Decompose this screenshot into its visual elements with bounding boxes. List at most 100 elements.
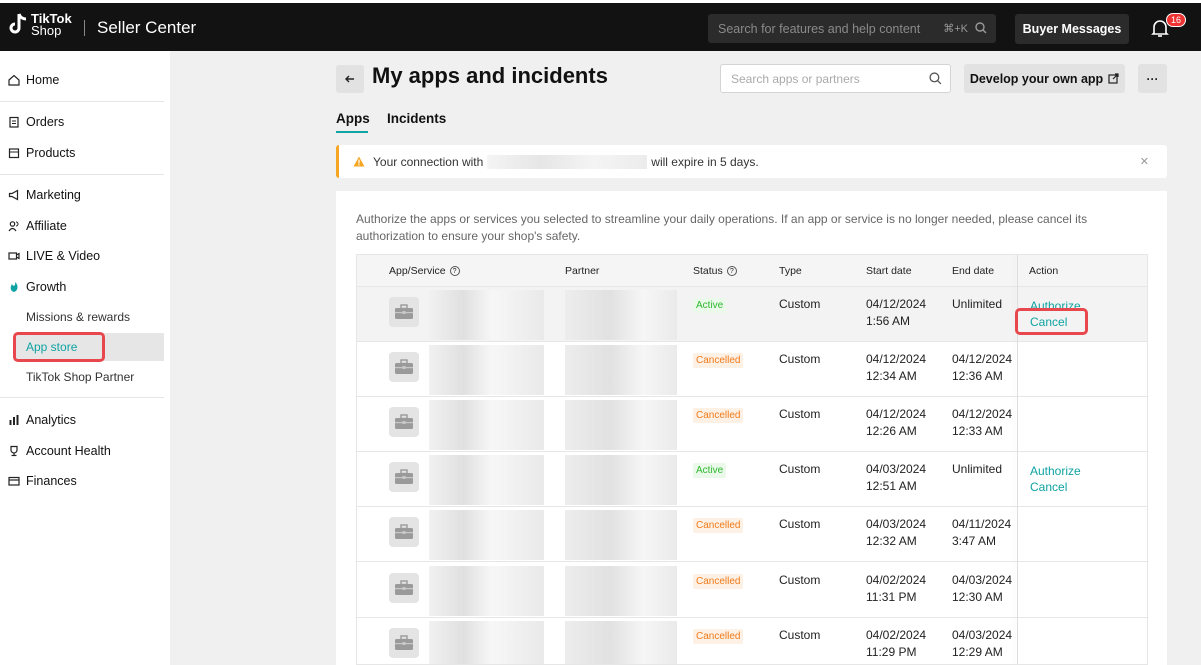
search-icon	[929, 72, 942, 85]
tab-incidents[interactable]: Incidents	[387, 111, 446, 126]
redacted-app-name	[429, 510, 544, 560]
end-date-cell: 04/12/2024 12:33 AM	[952, 407, 1013, 438]
start-date-cell: 04/03/2024 12:32 AM	[866, 517, 927, 548]
video-icon	[8, 252, 20, 260]
sidebar-item-account-health[interactable]: Account Health	[8, 441, 111, 461]
tiktok-shop-logo[interactable]: TikTok Shop	[8, 12, 72, 38]
header-label: Status	[693, 265, 723, 277]
arrow-left-icon	[345, 75, 354, 83]
megaphone-icon	[8, 189, 19, 201]
redacted-partner-name	[565, 290, 677, 340]
status-badge: Cancelled	[693, 518, 744, 533]
tiktok-logo-icon	[9, 13, 27, 34]
redacted-partner-name	[565, 621, 677, 664]
app-search-placeholder: Search apps or partners	[731, 71, 860, 86]
app-search-input[interactable]: Search apps or partners	[720, 64, 951, 93]
growth-icon	[10, 282, 18, 292]
help-icon[interactable]: ?	[726, 266, 737, 276]
product-title: Seller Center	[97, 18, 197, 37]
global-search-placeholder: Search for features and help content	[718, 21, 921, 36]
expiration-alert: Your connection with will expire in 5 da…	[336, 145, 1167, 178]
app-briefcase-icon	[389, 573, 419, 603]
redacted-partner-name	[565, 455, 677, 505]
header-app-service: App/Service ?	[389, 265, 460, 277]
redacted-app-name	[429, 345, 544, 395]
end-date-cell: Unlimited	[952, 462, 1003, 476]
start-date-cell: 04/03/2024 12:51 AM	[866, 462, 927, 493]
global-search-input[interactable]: Search for features and help content ⌘+K	[708, 14, 996, 43]
start-date-cell: 04/12/2024 12:26 AM	[866, 407, 927, 438]
clipboard-icon	[9, 116, 19, 128]
sidebar-subitem-missions-rewards[interactable]: Missions & rewards	[26, 310, 130, 324]
chart-icon	[9, 415, 19, 425]
header-partner: Partner	[565, 265, 600, 277]
sidebar-item-label: Orders	[26, 115, 65, 129]
search-icon	[975, 22, 987, 34]
app-briefcase-icon	[389, 462, 419, 492]
sidebar-item-marketing[interactable]: Marketing	[8, 185, 81, 205]
authorize-link[interactable]: Authorize	[1030, 463, 1081, 479]
table-row: Cancelled Custom 04/02/2024 11:31 PM 04/03/2…	[357, 563, 1147, 618]
app-briefcase-icon	[389, 517, 419, 547]
sidebar-item-affiliate[interactable]: Affiliate	[8, 216, 67, 236]
start-date-cell: 04/02/2024 11:31 PM	[866, 573, 927, 604]
end-date-cell: 04/03/2024 12:30 AM	[952, 573, 1013, 604]
close-icon[interactable]: ✕	[1140, 155, 1149, 168]
status-badge: Active	[693, 463, 727, 478]
sidebar-item-growth[interactable]: Growth	[8, 277, 66, 297]
start-date-cell: 04/12/2024 1:56 AM	[866, 297, 927, 328]
sidebar-item-analytics[interactable]: Analytics	[8, 410, 76, 430]
app-briefcase-icon	[389, 407, 419, 437]
sidebar-subitem-tiktok-shop-partner[interactable]: TikTok Shop Partner	[26, 370, 134, 384]
sidebar-item-label: LIVE & Video	[26, 249, 101, 263]
sidebar-item-live-video[interactable]: LIVE & Video	[8, 246, 100, 266]
alert-suffix: will expire in 5 days.	[651, 154, 759, 169]
sidebar-item-home[interactable]: Home	[8, 70, 59, 90]
redacted-app-name	[429, 290, 544, 340]
home-icon	[8, 74, 20, 86]
alert-prefix: Your connection with	[373, 154, 484, 169]
more-options-button[interactable]: ···	[1138, 64, 1167, 93]
redacted-app-name	[429, 455, 544, 505]
cancel-highlight	[1015, 308, 1088, 335]
type-cell: Custom	[779, 573, 821, 587]
redacted-app-name	[429, 400, 544, 450]
active-tab-indicator	[336, 131, 368, 133]
app-briefcase-icon	[389, 297, 419, 327]
search-shortcut: ⌘+K	[943, 23, 968, 35]
tab-apps[interactable]: Apps	[336, 111, 370, 126]
people-icon	[8, 221, 19, 232]
redacted-app-name	[429, 566, 544, 616]
type-cell: Custom	[779, 352, 821, 366]
develop-own-app-button[interactable]: Develop your own app	[964, 64, 1125, 93]
redacted-partner-name	[565, 510, 677, 560]
redacted-app-name	[429, 621, 544, 664]
external-link-icon	[1108, 73, 1119, 84]
redacted-partner-name	[565, 566, 677, 616]
redacted-partner-name	[565, 345, 677, 395]
header-status: Status ?	[693, 265, 737, 277]
table-row: Cancelled Custom 04/02/2024 11:29 PM 04/03/2…	[357, 618, 1147, 664]
brand-line2: Shop	[31, 23, 62, 38]
more-icon: ···	[1146, 71, 1159, 86]
sidebar-item-finances[interactable]: Finances	[8, 471, 77, 491]
apps-description: Authorize the apps or services you selec…	[356, 212, 1088, 243]
end-date-cell: Unlimited	[952, 297, 1003, 311]
cancel-link[interactable]: Cancel	[1030, 479, 1067, 495]
status-badge: Cancelled	[693, 574, 744, 589]
sidebar-item-orders[interactable]: Orders	[8, 112, 64, 132]
sidebar-item-label: Growth	[26, 280, 67, 294]
sidebar-item-label: Finances	[26, 474, 77, 488]
sidebar-item-products[interactable]: Products	[8, 143, 75, 163]
header-label: App/Service	[389, 265, 446, 277]
back-button[interactable]	[336, 65, 364, 93]
sidebar-divider	[0, 101, 164, 102]
help-icon[interactable]: ?	[449, 266, 460, 276]
start-date-cell: 04/02/2024 11:29 PM	[866, 628, 927, 659]
type-cell: Custom	[779, 517, 821, 531]
table-row: Cancelled Custom 04/03/2024 12:32 AM 04/11/2…	[357, 507, 1147, 562]
sidebar-item-label: Analytics	[26, 413, 77, 427]
sidebar-item-label: Marketing	[26, 188, 81, 202]
notification-badge: 16	[1166, 13, 1187, 27]
buyer-messages-button[interactable]: Buyer Messages	[1015, 14, 1129, 44]
